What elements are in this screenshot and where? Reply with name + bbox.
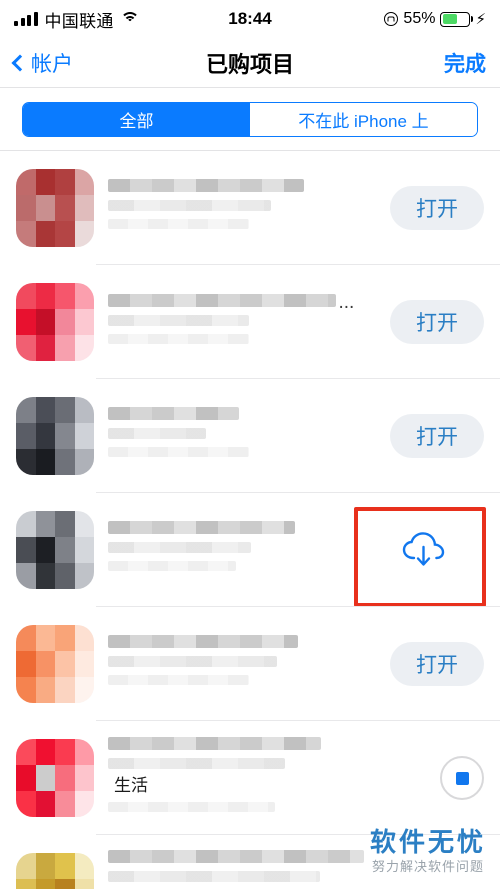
lightning-bolt-icon: ⚡ xyxy=(475,10,486,28)
chevron-left-icon xyxy=(11,54,29,71)
app-icon-blurred-pink xyxy=(16,283,94,361)
iphone-screen: 中国联通 18:44 55% ⚡ 帐户 已购项目 完成 全部 不在此 iPhon… xyxy=(0,0,500,889)
app-icon-blurred-gold xyxy=(16,853,94,889)
stop-square-icon xyxy=(455,771,469,785)
list-item[interactable]: 打开 xyxy=(0,379,500,493)
app-icon-blurred-red xyxy=(16,169,94,247)
icloud-download-button[interactable] xyxy=(364,528,484,572)
wifi-icon xyxy=(120,12,140,26)
purchased-items-list: 打开...打开打开打开生活10日 xyxy=(0,150,500,889)
list-item-title-blurred: ... xyxy=(108,292,390,351)
list-item[interactable]: 打开 xyxy=(0,607,500,721)
clock-label: 18:44 xyxy=(228,9,272,28)
tab-all[interactable]: 全部 xyxy=(23,103,250,136)
status-bar-right: 55% ⚡ xyxy=(384,10,486,28)
app-icon-blurred-red-bright xyxy=(16,739,94,817)
rotation-lock-icon xyxy=(384,12,399,26)
app-icon-blurred-gray xyxy=(16,397,94,475)
open-button[interactable]: 打开 xyxy=(390,300,484,344)
tab-not-on-this-iphone[interactable]: 不在此 iPhone 上 xyxy=(250,103,477,136)
list-item-title-blurred xyxy=(108,521,364,579)
list-item[interactable]: 生活 xyxy=(0,721,500,835)
open-button[interactable]: 打开 xyxy=(390,414,484,458)
battery-icon xyxy=(440,11,471,27)
open-button[interactable]: 打开 xyxy=(390,642,484,686)
signal-bars-icon xyxy=(14,12,38,26)
list-item-title-blurred xyxy=(108,635,390,693)
list-item-title-blurred xyxy=(108,179,390,237)
list-item[interactable]: 10日 xyxy=(0,835,500,889)
list-item-title-suffix: 生活 xyxy=(114,775,148,795)
stop-download-button[interactable] xyxy=(440,756,484,800)
app-icon-blurred-orange xyxy=(16,625,94,703)
battery-percent-label: 55% xyxy=(403,10,436,27)
done-button[interactable]: 完成 xyxy=(444,48,486,78)
status-bar-left: 中国联通 xyxy=(14,7,140,32)
list-item[interactable]: 打开 xyxy=(0,151,500,265)
carrier-label: 中国联通 xyxy=(44,11,114,31)
navigation-bar: 帐户 已购项目 完成 xyxy=(0,38,500,88)
list-item-title-blurred: 生活 xyxy=(108,736,440,820)
icloud-download-icon xyxy=(402,532,445,566)
list-item[interactable]: ... 打开 xyxy=(0,265,500,379)
open-button[interactable]: 打开 xyxy=(390,186,484,230)
list-item[interactable] xyxy=(0,493,500,607)
list-item-title-blurred xyxy=(108,407,390,465)
list-item-title-suffix: ... xyxy=(338,292,355,314)
back-button-label: 帐户 xyxy=(31,52,73,76)
status-bar: 中国联通 18:44 55% ⚡ xyxy=(0,0,500,38)
page-title: 已购项目 xyxy=(205,51,295,77)
segmented-control-wrapper: 全部 不在此 iPhone 上 xyxy=(0,88,500,150)
list-item-title-blurred: 10日 xyxy=(108,849,484,889)
segmented-control[interactable]: 全部 不在此 iPhone 上 xyxy=(22,102,478,137)
app-icon-blurred-dark xyxy=(16,511,94,589)
back-button[interactable]: 帐户 xyxy=(11,48,73,78)
